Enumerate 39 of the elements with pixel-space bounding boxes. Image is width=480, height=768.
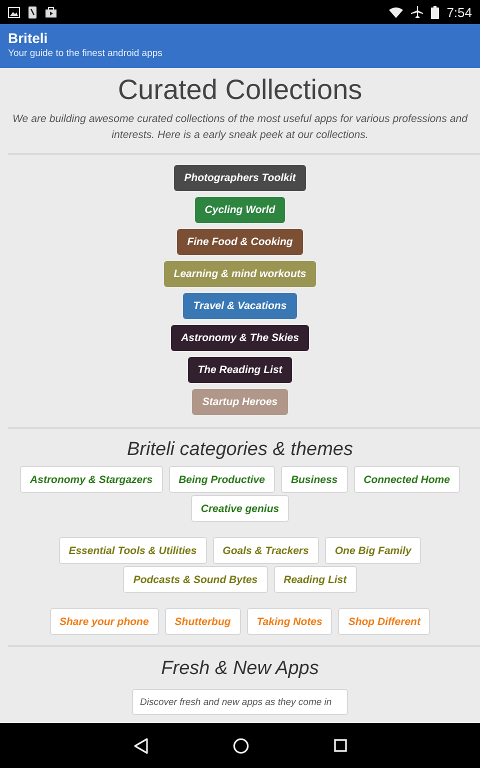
section-title: Briteli categories & themes — [126, 438, 354, 462]
category-button[interactable]: Astronomy & Stargazers — [20, 466, 163, 493]
collection-button[interactable]: The Reading List — [188, 357, 292, 383]
recents-icon[interactable] — [334, 739, 346, 752]
category-button[interactable]: Being Productive — [168, 466, 275, 493]
section-title: Curated Collections — [116, 73, 364, 107]
app-title: Briteli — [8, 29, 49, 47]
clock-time: 7:54 — [446, 4, 472, 20]
search-field[interactable]: Discover fresh and new apps as they come in — [132, 689, 348, 715]
app-subtitle: Your guide to the finest android apps — [8, 47, 164, 61]
intro-text: We are building awesome curated collections of the most useful apps for various professions and interests. Here is a early sneak peek at our collections. — [12, 112, 469, 143]
battery-icon — [430, 6, 439, 18]
category-button[interactable]: One Big Family — [324, 537, 422, 564]
category-button[interactable]: Business — [280, 466, 348, 493]
category-button[interactable]: Reading List — [274, 566, 357, 593]
category-button[interactable]: Goals & Trackers — [212, 537, 319, 564]
collection-button[interactable]: Cycling World — [194, 197, 286, 223]
collection-button[interactable]: Photographers Toolkit — [174, 165, 306, 191]
section-title: Fresh & New Apps — [160, 657, 320, 681]
collection-button[interactable]: Fine Food & Cooking — [177, 229, 303, 255]
back-icon[interactable] — [134, 738, 148, 754]
category-button[interactable]: Podcasts & Sound Bytes — [123, 566, 268, 593]
image-icon — [8, 6, 20, 18]
home-icon[interactable] — [232, 738, 248, 754]
category-button[interactable]: Connected Home — [354, 466, 460, 493]
collection-button[interactable]: Startup Heroes — [192, 389, 288, 415]
phone-icon — [28, 6, 37, 18]
category-button[interactable]: Taking Notes — [246, 608, 332, 635]
category-button[interactable]: Shop Different — [338, 608, 430, 635]
wifi-icon — [388, 6, 403, 18]
collection-button[interactable]: Learning & mind workouts — [164, 261, 316, 287]
category-button[interactable]: Essential Tools & Utilities — [58, 537, 207, 564]
collection-button[interactable]: Travel & Vacations — [183, 293, 297, 319]
category-button[interactable]: Shutterbug — [164, 608, 241, 635]
category-button[interactable]: Share your phone — [50, 608, 159, 635]
briefcase-icon — [45, 6, 57, 18]
collection-button[interactable]: Astronomy & The Skies — [171, 325, 309, 351]
category-button[interactable]: Creative genius — [190, 495, 290, 522]
airplane-icon — [410, 6, 423, 18]
